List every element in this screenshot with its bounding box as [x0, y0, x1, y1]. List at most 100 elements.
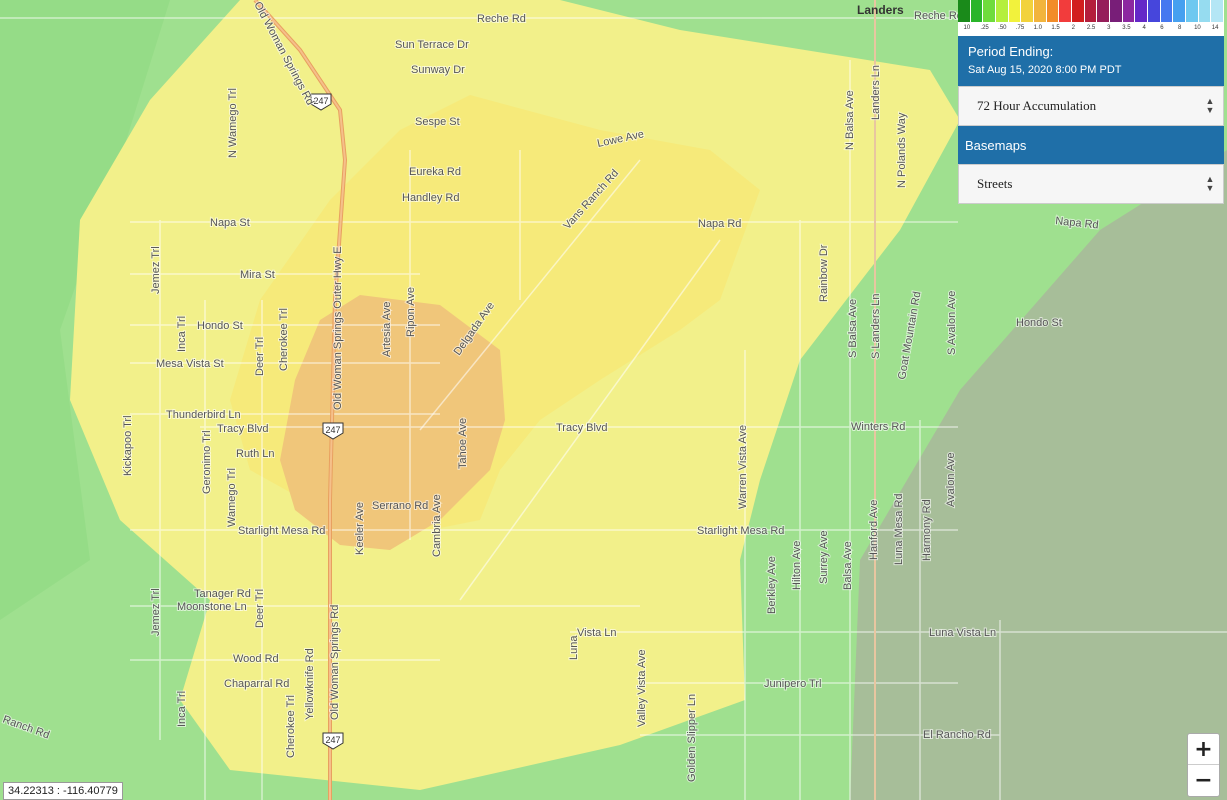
- legend-swatch: [1122, 0, 1136, 22]
- legend-swatch: [1186, 0, 1199, 22]
- road-label: N Polands Way: [896, 112, 908, 188]
- road-label: Valley Vista Ave: [636, 649, 648, 727]
- road-label: Napa Rd: [698, 218, 741, 230]
- road-label: S Avalon Ave: [946, 291, 958, 355]
- legend-label: .50: [998, 25, 1007, 31]
- road-label: N Wamego Trl: [227, 88, 239, 158]
- period-ending-header: Period Ending: Sat Aug 15, 2020 8:00 PM …: [958, 36, 1224, 86]
- road-label: Cherokee Trl: [278, 308, 290, 371]
- basemaps-title: Basemaps: [965, 137, 1027, 153]
- legend-label: .75: [1015, 25, 1025, 31]
- legend-label: 10: [1194, 25, 1201, 31]
- legend-swatch: [1110, 0, 1123, 22]
- legend-label: 3: [1107, 25, 1111, 31]
- road-label: Avalon Ave: [945, 452, 957, 507]
- legend-swatch: [1034, 0, 1047, 22]
- legend-swatch: [983, 0, 997, 22]
- road-label: Deer Trl: [254, 337, 266, 376]
- road-label: N Balsa Ave: [844, 90, 856, 150]
- legend-color-bar: [958, 0, 1225, 22]
- select-updown-icon: ▲ ▼: [1205, 174, 1215, 193]
- road-label: Surrey Ave: [818, 530, 830, 584]
- road-label: Thunderbird Ln: [166, 409, 241, 421]
- road-label: Tahoe Ave: [457, 418, 469, 469]
- road-label: Inca Trl: [176, 691, 188, 727]
- road-label: Deer Trl: [254, 589, 266, 628]
- road-label: Mira St: [240, 269, 275, 281]
- period-ending-date: Sat Aug 15, 2020 8:00 PM PDT: [968, 64, 1122, 76]
- road-label: Landers Ln: [870, 65, 882, 120]
- road-label: Eureka Rd: [409, 166, 461, 178]
- road-label: Inca Trl: [176, 316, 188, 352]
- road-label: Reche Rd: [914, 10, 963, 22]
- road-label: Tracy Blvd: [217, 423, 269, 435]
- road-label: Serrano Rd: [372, 500, 428, 512]
- legend-swatch: [1046, 0, 1060, 22]
- zoom-control: + −: [1187, 733, 1220, 797]
- road-label: El Rancho Rd: [923, 729, 991, 741]
- road-label: Luna: [568, 635, 580, 660]
- road-label: Sunway Dr: [411, 64, 465, 76]
- road-label: Moonstone Ln: [177, 601, 247, 613]
- road-label: S Landers Ln: [870, 294, 882, 359]
- control-panel: Period Ending: Sat Aug 15, 2020 8:00 PM …: [958, 36, 1224, 204]
- legend-swatch: [958, 0, 971, 22]
- road-label: Handley Rd: [402, 192, 459, 204]
- legend-swatch: [1148, 0, 1161, 22]
- road-label: Sun Terrace Dr: [395, 39, 469, 51]
- legend-swatch: [1198, 0, 1212, 22]
- road-label: Luna Mesa Rd: [893, 493, 905, 565]
- legend-label: 1.0: [1033, 25, 1042, 31]
- road-label: Yellowknife Rd: [304, 648, 316, 720]
- basemaps-header: Basemaps: [958, 126, 1224, 164]
- legend-label: 6: [1160, 25, 1164, 31]
- legend-swatch: [1072, 0, 1085, 22]
- road-label: Ripon Ave: [405, 287, 417, 337]
- zoom-in-button[interactable]: +: [1188, 734, 1219, 765]
- road-label: Warren Vista Ave: [737, 425, 749, 509]
- legend-label: 3.5: [1122, 25, 1131, 31]
- road-label: Vista Ln: [577, 627, 617, 639]
- road-label: S Balsa Ave: [847, 299, 859, 358]
- legend-label: 10: [963, 25, 971, 31]
- legend-swatch: [1211, 0, 1225, 22]
- town-label-landers: Landers: [857, 3, 904, 17]
- road-label: Kickapoo Trl: [122, 415, 134, 476]
- product-select[interactable]: 72 Hour Accumulation ▲ ▼: [958, 86, 1224, 126]
- road-label: Mesa Vista St: [156, 358, 224, 370]
- legend-swatch: [1173, 0, 1187, 22]
- legend-swatch: [1097, 0, 1111, 22]
- legend-label: 4: [1142, 25, 1146, 31]
- road-label: Hondo St: [1016, 317, 1062, 329]
- road-label: Rainbow Dr: [818, 244, 830, 302]
- road-label: Tracy Blvd: [556, 422, 608, 434]
- road-label: Chaparral Rd: [224, 678, 289, 690]
- road-label: Sespe St: [415, 116, 460, 128]
- route-shield-label: 247: [325, 735, 340, 745]
- road-label: Ruth Ln: [236, 448, 275, 460]
- legend-label: 8: [1178, 25, 1182, 31]
- road-label: Napa St: [210, 217, 250, 229]
- road-label: Jemez Trl: [150, 246, 162, 294]
- road-label: Hilton Ave: [791, 541, 803, 590]
- road-label: Harmony Rd: [921, 499, 933, 561]
- legend-label: 14: [1211, 25, 1219, 31]
- zoom-out-button[interactable]: −: [1188, 765, 1219, 795]
- road-label: Balsa Ave: [842, 541, 854, 590]
- basemap-select[interactable]: Streets ▲ ▼: [958, 164, 1224, 204]
- road-label: Berkley Ave: [766, 556, 778, 614]
- road-label: Jemez Trl: [150, 588, 162, 636]
- road-label: Reche Rd: [477, 13, 526, 25]
- legend-swatch: [1160, 0, 1174, 22]
- road-label: Winters Rd: [851, 421, 905, 433]
- basemap-select-value: Streets: [977, 176, 1013, 191]
- period-ending-title: Period Ending:: [968, 44, 1054, 59]
- road-label: Wamego Trl: [226, 468, 238, 527]
- road-label: Artesia Ave: [381, 302, 393, 357]
- legend-swatch: [1059, 0, 1073, 22]
- road-label: Old Woman Springs Outer Hwy E: [332, 246, 344, 410]
- product-select-value: 72 Hour Accumulation: [977, 98, 1097, 113]
- road-label: Keeler Ave: [354, 502, 366, 555]
- legend-swatch: [1084, 0, 1098, 22]
- legend-labels: 10 .25 .50 .75 1.0 1.5 2 2.5 3 3.5 4 6 8 10 14: [958, 22, 1224, 34]
